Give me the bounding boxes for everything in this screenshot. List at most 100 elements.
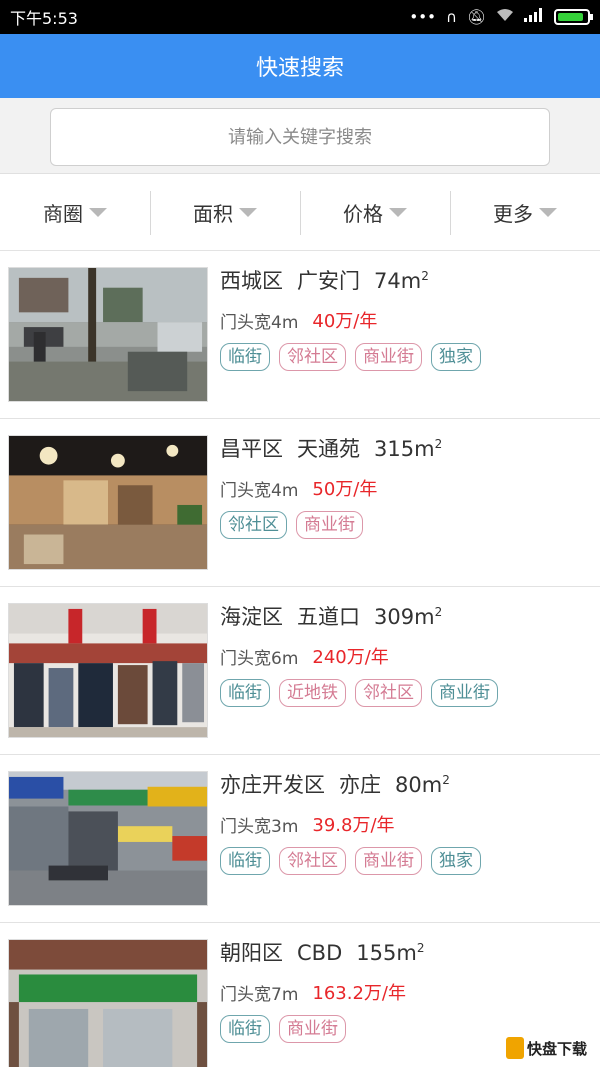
filter-business-area[interactable]: 商圈 [0, 175, 150, 250]
watermark-logo-icon [506, 1037, 524, 1059]
listing-item[interactable]: 昌平区 天通苑 315m2 门头宽4m 50万/年 邻社区 商业街 [0, 419, 600, 587]
listing-price: 50万/年 [312, 479, 378, 500]
listing-price: 39.8万/年 [312, 815, 395, 836]
filter-area-size[interactable]: 面积 [150, 175, 300, 250]
listing-title: 朝阳区 CBD 155m2 [220, 937, 590, 971]
mute-icon: 🔕︎ [466, 8, 486, 26]
listing-district: 西城区 [220, 269, 283, 293]
size-unit-sup: 2 [421, 269, 429, 283]
listing-title: 海淀区 五道口 309m2 [220, 601, 590, 635]
listing-district: 海淀区 [220, 605, 283, 629]
listing-size: 315m2 [374, 437, 442, 461]
size-unit: m [400, 269, 422, 293]
filter-price[interactable]: 价格 [300, 175, 450, 250]
listing-area-name: CBD [297, 941, 343, 965]
tag-badge: 商业街 [355, 847, 422, 875]
tag-badge: 商业街 [279, 1015, 346, 1043]
search-box[interactable] [50, 108, 550, 166]
listing-area-name: 广安门 [297, 269, 360, 293]
tag-badge: 邻社区 [220, 511, 287, 539]
listing-tags: 临街 近地铁 邻社区 商业街 [220, 679, 590, 707]
caret-down-icon [239, 208, 257, 217]
signal-icon [524, 8, 544, 26]
listing-frontage: 门头宽4m [220, 476, 298, 501]
tag-badge: 独家 [431, 343, 481, 371]
frontage-label: 门头宽 [220, 480, 271, 501]
caret-down-icon [389, 208, 407, 217]
listing-frontage: 门头宽6m [220, 644, 298, 669]
size-unit: m [414, 605, 435, 629]
size-value: 74 [374, 269, 401, 293]
filter-bar: 商圈 面积 价格 更多 [0, 175, 600, 251]
storefront-photo [8, 267, 208, 402]
filter-label: 面积 [193, 202, 233, 226]
tag-badge: 临街 [220, 679, 270, 707]
listing-item[interactable]: 西城区 广安门 74m2 门头宽4m 40万/年 临街 邻社区 商业街 独家 [0, 251, 600, 419]
more-dots-icon: ••• [409, 8, 436, 26]
storefront-photo [8, 771, 208, 906]
size-value: 315 [374, 437, 415, 461]
frontage-value: 3m [271, 816, 299, 837]
size-unit-sup: 2 [434, 605, 443, 619]
listing-area-name: 五道口 [297, 605, 360, 629]
frontage-value: 4m [271, 312, 299, 333]
listing-district: 朝阳区 [220, 941, 283, 965]
listing-tags: 临街 邻社区 商业街 独家 [220, 847, 590, 875]
filter-more[interactable]: 更多 [450, 175, 600, 250]
listing-district: 昌平区 [220, 437, 283, 461]
search-input[interactable] [51, 126, 549, 148]
listing-district: 亦庄开发区 [220, 773, 325, 797]
storefront-photo [8, 603, 208, 738]
watermark: 快盘下载 [506, 1033, 596, 1063]
listing-details: 门头宽6m 240万/年 [220, 643, 590, 669]
battery-icon [554, 9, 593, 25]
size-unit: m [414, 437, 435, 461]
caret-down-icon [539, 208, 557, 217]
storefront-photo [8, 939, 208, 1067]
watermark-text: 快盘下载 [527, 1039, 588, 1058]
storefront-photo [8, 435, 208, 570]
size-value: 80 [395, 773, 422, 797]
size-unit-sup: 2 [416, 941, 425, 955]
frontage-label: 门头宽 [220, 816, 271, 837]
search-area [0, 98, 600, 174]
size-value: 309 [374, 605, 415, 629]
size-unit-sup: 2 [442, 773, 450, 787]
listing-item[interactable]: 海淀区 五道口 309m2 门头宽6m 240万/年 临街 近地铁 邻社区 商业街 [0, 587, 600, 755]
status-time: 下午5:53 [10, 9, 78, 28]
wifi-icon [496, 8, 514, 26]
listing-info: 昌平区 天通苑 315m2 门头宽4m 50万/年 邻社区 商业街 [220, 433, 590, 539]
listing-info: 海淀区 五道口 309m2 门头宽6m 240万/年 临街 近地铁 邻社区 商业街 [220, 601, 590, 707]
size-unit-sup: 2 [434, 437, 443, 451]
headphones-icon: ∩ [445, 8, 457, 26]
frontage-label: 门头宽 [220, 312, 271, 333]
listing-details: 门头宽4m 40万/年 [220, 307, 590, 333]
frontage-value: 4m [271, 480, 299, 501]
status-icons: ••• ∩ 🔕︎ [409, 8, 593, 26]
listing-item[interactable]: 亦庄开发区 亦庄 80m2 门头宽3m 39.8万/年 临街 邻社区 商业街 独家 [0, 755, 600, 923]
listing-price: 40万/年 [312, 311, 378, 332]
page-title: 快速搜索 [255, 56, 344, 81]
listing-info: 亦庄开发区 亦庄 80m2 门头宽3m 39.8万/年 临街 邻社区 商业街 独家 [220, 769, 590, 875]
listing-title: 西城区 广安门 74m2 [220, 265, 590, 299]
tag-badge: 邻社区 [279, 847, 346, 875]
listing-title: 亦庄开发区 亦庄 80m2 [220, 769, 590, 803]
tag-badge: 商业街 [431, 679, 498, 707]
listing-size: 309m2 [374, 605, 442, 629]
size-unit: m [396, 941, 417, 965]
listing-price: 163.2万/年 [312, 983, 406, 1004]
size-unit: m [421, 773, 443, 797]
listing-frontage: 门头宽3m [220, 812, 298, 837]
listing-area-name: 亦庄 [339, 773, 381, 797]
frontage-label: 门头宽 [220, 648, 271, 669]
app-header: 快速搜索 [0, 34, 600, 98]
tag-badge: 邻社区 [355, 679, 422, 707]
filter-label: 更多 [493, 202, 533, 226]
listing-info: 朝阳区 CBD 155m2 门头宽7m 163.2万/年 临街 商业街 [220, 937, 590, 1043]
tag-badge: 临街 [220, 847, 270, 875]
tag-badge: 邻社区 [279, 343, 346, 371]
size-value: 155 [356, 941, 397, 965]
listing-size: 74m2 [374, 269, 429, 293]
listing-size: 80m2 [395, 773, 450, 797]
listing-tags: 临街 邻社区 商业街 独家 [220, 343, 590, 371]
